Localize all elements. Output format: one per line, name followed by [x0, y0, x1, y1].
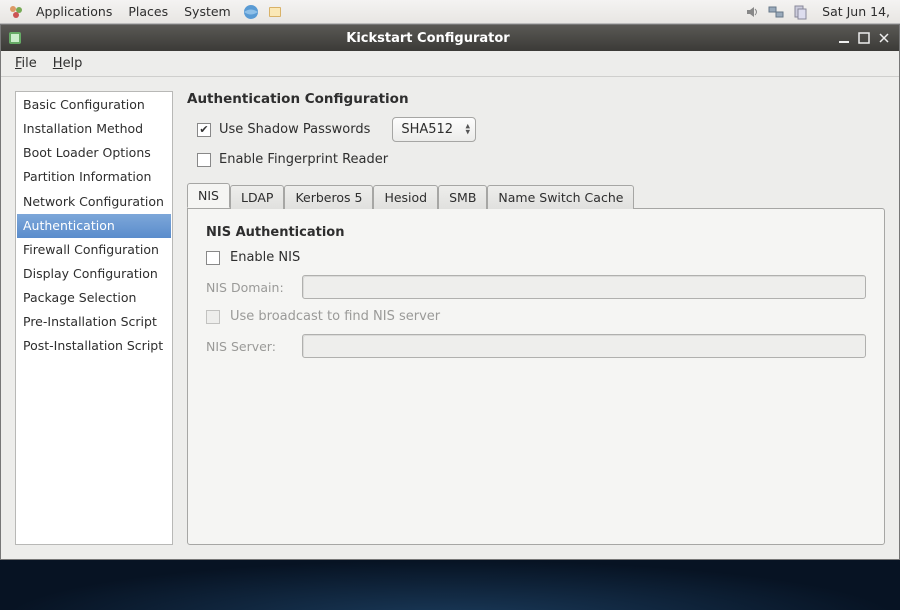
app-window: Kickstart Configurator File Help Basic C…	[0, 24, 900, 560]
minimize-button[interactable]	[835, 29, 853, 47]
nis-title: NIS Authentication	[206, 225, 866, 240]
panel-menu-places[interactable]: Places	[120, 4, 176, 19]
tab-name-switch-cache[interactable]: Name Switch Cache	[487, 185, 634, 209]
sidebar-item-partition-information[interactable]: Partition Information	[17, 165, 171, 189]
nis-domain-input	[302, 275, 866, 299]
shadow-checkbox[interactable]: ✔	[197, 123, 211, 137]
sidebar-item-authentication[interactable]: Authentication	[17, 214, 171, 238]
spinner-icon: ▴▾	[466, 123, 471, 136]
menu-file[interactable]: File	[7, 54, 45, 73]
sidebar-item-boot-loader-options[interactable]: Boot Loader Options	[17, 141, 171, 165]
shadow-label: Use Shadow Passwords	[219, 122, 370, 137]
sidebar-item-firewall-configuration[interactable]: Firewall Configuration	[17, 238, 171, 262]
main-panel: Authentication Configuration ✔ Use Shado…	[187, 91, 885, 545]
enable-nis-checkbox[interactable]	[206, 251, 220, 265]
menubar: File Help	[1, 51, 899, 77]
sidebar-item-basic-configuration[interactable]: Basic Configuration	[17, 93, 171, 117]
distro-icon	[6, 2, 26, 22]
titlebar[interactable]: Kickstart Configurator	[1, 25, 899, 51]
nis-broadcast-checkbox	[206, 310, 220, 324]
sidebar-item-display-configuration[interactable]: Display Configuration	[17, 262, 171, 286]
sidebar-item-installation-method[interactable]: Installation Method	[17, 117, 171, 141]
hash-select-value: SHA512	[401, 122, 453, 137]
nis-domain-label: NIS Domain:	[206, 280, 292, 295]
section-title: Authentication Configuration	[187, 91, 885, 107]
bottom-dock	[0, 560, 900, 610]
tab-kerberos-5[interactable]: Kerberos 5	[284, 185, 373, 209]
menu-help[interactable]: Help	[45, 54, 91, 73]
nis-server-label: NIS Server:	[206, 339, 292, 354]
panel-menu-system[interactable]: System	[176, 4, 239, 19]
gnome-panel: Applications Places System Sat Jun 14,	[0, 0, 900, 24]
window-title: Kickstart Configurator	[23, 31, 833, 46]
sidebar: Basic ConfigurationInstallation MethodBo…	[15, 91, 173, 545]
panel-clock[interactable]: Sat Jun 14,	[812, 4, 896, 19]
network-icon[interactable]	[766, 2, 786, 22]
nis-server-input	[302, 334, 866, 358]
nis-broadcast-label: Use broadcast to find NIS server	[230, 309, 440, 324]
terminal-icon[interactable]	[265, 2, 285, 22]
volume-icon[interactable]	[742, 2, 762, 22]
content-area: Basic ConfigurationInstallation MethodBo…	[1, 77, 899, 559]
tab-panel-nis: NIS Authentication Enable NIS NIS Domain…	[187, 208, 885, 545]
fingerprint-checkbox[interactable]	[197, 153, 211, 167]
tabstrip: NISLDAPKerberos 5HesiodSMBName Switch Ca…	[187, 183, 885, 208]
fingerprint-label: Enable Fingerprint Reader	[219, 152, 388, 167]
maximize-button[interactable]	[855, 29, 873, 47]
sidebar-item-pre-installation-script[interactable]: Pre-Installation Script	[17, 310, 171, 334]
close-button[interactable]	[875, 29, 893, 47]
hash-select[interactable]: SHA512 ▴▾	[392, 117, 476, 142]
tab-hesiod[interactable]: Hesiod	[373, 185, 438, 209]
tab-nis[interactable]: NIS	[187, 183, 230, 208]
enable-nis-label: Enable NIS	[230, 250, 300, 265]
clipboard-icon[interactable]	[790, 2, 810, 22]
tab-smb[interactable]: SMB	[438, 185, 487, 209]
app-icon	[7, 30, 23, 46]
sidebar-item-post-installation-script[interactable]: Post-Installation Script	[17, 334, 171, 358]
panel-menu-applications[interactable]: Applications	[28, 4, 120, 19]
tab-ldap[interactable]: LDAP	[230, 185, 284, 209]
sidebar-item-network-configuration[interactable]: Network Configuration	[17, 190, 171, 214]
sidebar-item-package-selection[interactable]: Package Selection	[17, 286, 171, 310]
browser-icon[interactable]	[241, 2, 261, 22]
